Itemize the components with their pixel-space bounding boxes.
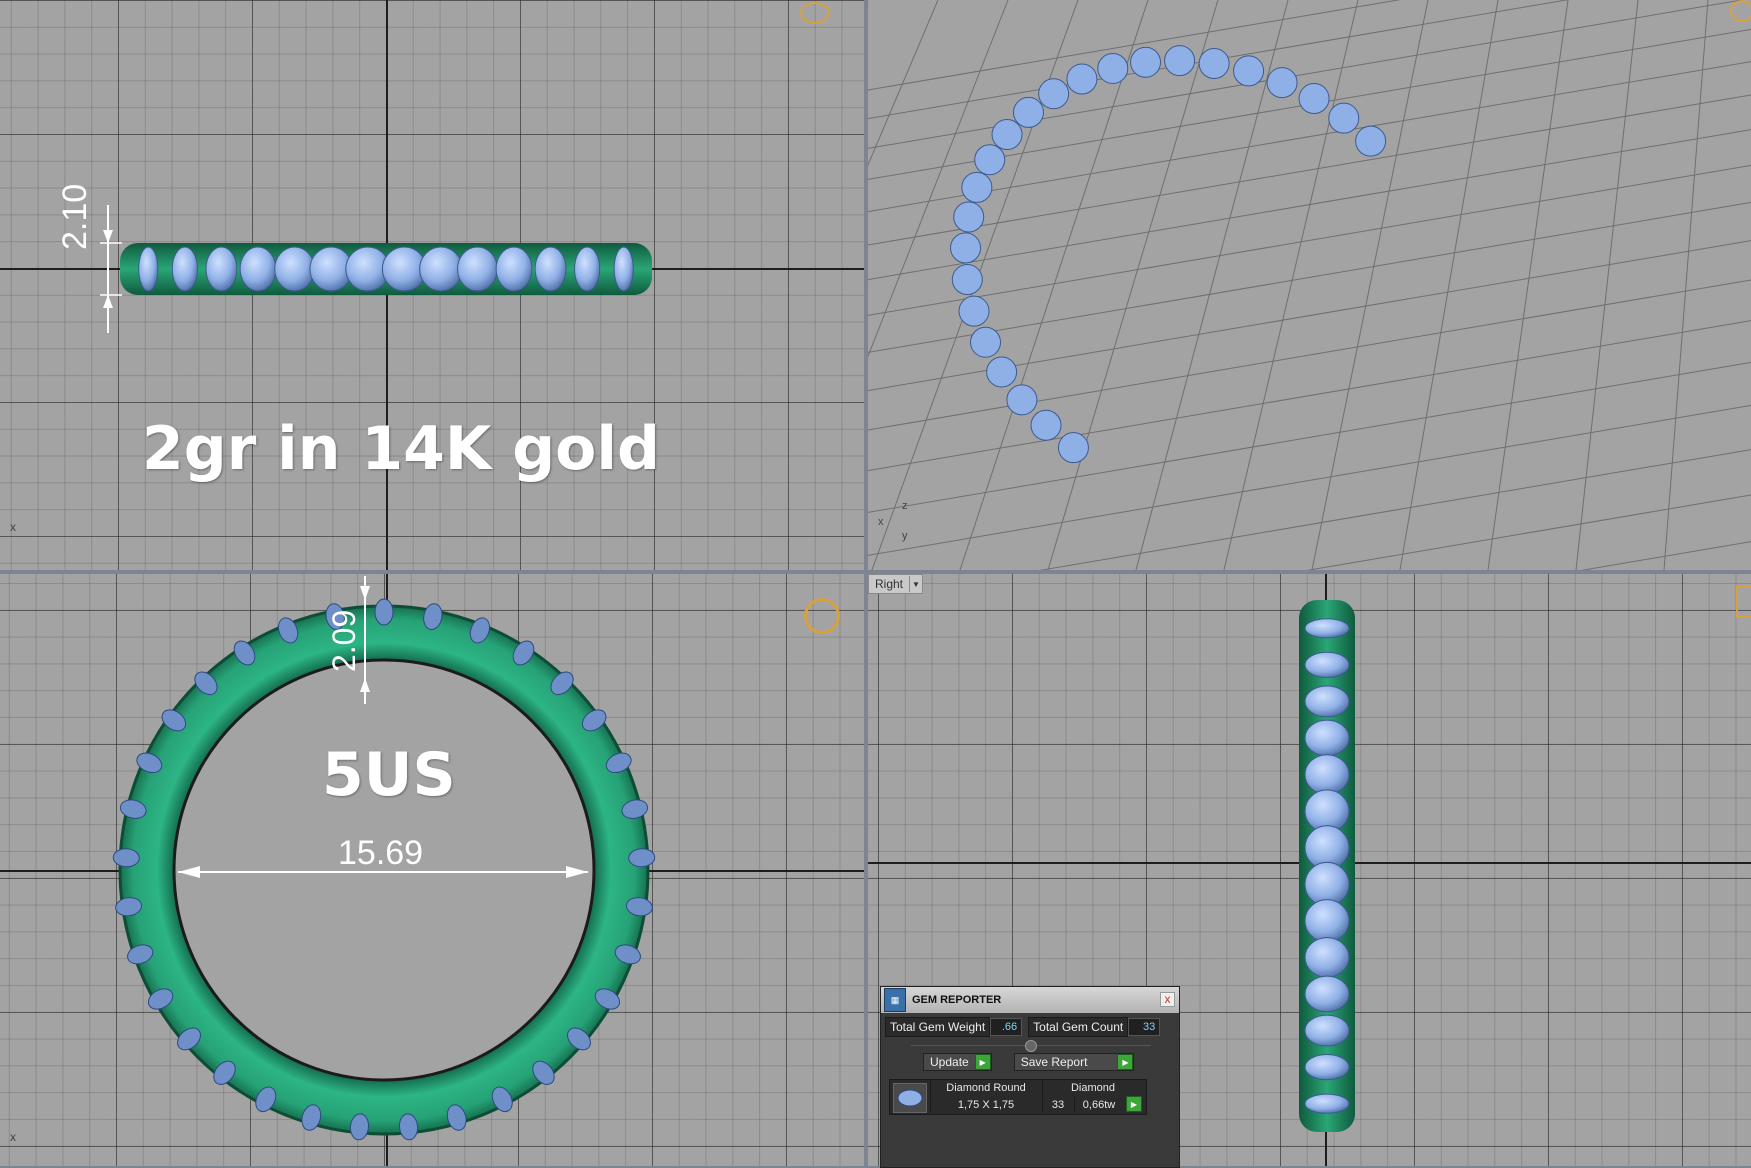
view-gizmo-icon xyxy=(1736,586,1751,618)
view-selector-label: Right xyxy=(875,577,904,591)
gem-shape: Diamond Round xyxy=(930,1080,1041,1096)
gem-stone xyxy=(1013,96,1045,128)
gem-stone xyxy=(1038,78,1070,110)
gem-stone xyxy=(958,295,990,327)
gem-stone xyxy=(1304,899,1350,943)
gem-weight: 0,66tw xyxy=(1074,1097,1123,1113)
gem-stone xyxy=(1298,83,1330,115)
update-button-label: Update xyxy=(930,1055,969,1069)
gem-stone xyxy=(1304,937,1350,978)
gem-stone xyxy=(953,201,985,233)
gem-stone xyxy=(991,119,1023,151)
gem-material: Diamond xyxy=(1042,1080,1143,1096)
update-button[interactable]: Update ▶ xyxy=(923,1053,992,1071)
gem-reporter-title: GEM REPORTER xyxy=(912,994,1002,1006)
gem-stone xyxy=(986,356,1018,388)
save-report-button[interactable]: Save Report ▶ xyxy=(1013,1053,1135,1071)
gem-stone xyxy=(1233,55,1265,87)
gem-stone xyxy=(961,171,993,203)
save-report-button-label: Save Report xyxy=(1020,1055,1088,1069)
gem-stone xyxy=(1304,651,1350,678)
gem-reporter-logo-icon: ▦ xyxy=(884,988,906,1012)
dim-height-bottom-label: 2.09 xyxy=(326,609,362,672)
gem-stone xyxy=(1304,754,1350,795)
gem-stone xyxy=(1266,67,1298,99)
gem-reporter-panel: ▦ GEM REPORTER x Total Gem Weight .66 To… xyxy=(880,986,1180,1168)
view-gizmo-icon xyxy=(800,2,830,24)
gem-stone xyxy=(1304,719,1350,757)
dimension-height-top xyxy=(100,205,122,333)
total-gem-weight-label: Total Gem Weight xyxy=(885,1017,991,1037)
gem-stone xyxy=(1304,1054,1350,1081)
gem-stone xyxy=(1097,52,1129,84)
play-icon: ▶ xyxy=(1126,1096,1142,1112)
axis-x-marker: x xyxy=(10,520,16,534)
gem-stone xyxy=(1304,975,1350,1013)
size-label: 5US xyxy=(322,740,456,810)
total-gem-count-label: Total Gem Count xyxy=(1028,1017,1129,1037)
close-icon[interactable]: x xyxy=(1160,992,1175,1007)
total-gem-count-value: 33 xyxy=(1128,1018,1161,1036)
axis-triad-icon: z x y xyxy=(878,500,908,542)
ring-top-view xyxy=(112,576,656,1141)
gem-count: 33 xyxy=(1042,1097,1073,1113)
weight-label: 2gr in 14K gold xyxy=(142,414,660,484)
axis-x-marker: x xyxy=(10,1130,16,1144)
gem-list-item[interactable]: Diamond Round Diamond 1,75 X 1,75 33 0,6… xyxy=(889,1079,1147,1115)
gem-stone xyxy=(1030,409,1062,441)
gem-stone xyxy=(1304,1093,1350,1114)
view-gizmo-icon xyxy=(1730,0,1751,22)
gem-stone xyxy=(950,232,982,264)
gem-stone xyxy=(970,326,1002,358)
viewport-front[interactable]: 2.10 2gr in 14K gold x xyxy=(0,0,864,570)
gem-stone xyxy=(1130,46,1162,78)
gem-stone xyxy=(1328,102,1360,134)
splitter-handle[interactable] xyxy=(1025,1040,1037,1052)
gem-stone xyxy=(1304,685,1350,718)
gem-stone xyxy=(1066,63,1098,95)
dim-height-top-label: 2.10 xyxy=(56,183,94,250)
play-icon: ▶ xyxy=(1117,1054,1134,1070)
total-gem-weight-value: .66 xyxy=(990,1018,1023,1036)
gem-stone xyxy=(1304,618,1350,639)
gem-stone xyxy=(974,144,1006,176)
gem-stone xyxy=(374,598,394,626)
view-gizmo-icon xyxy=(804,598,840,634)
gem-reporter-titlebar[interactable]: ▦ GEM REPORTER x xyxy=(881,987,1179,1013)
gem-thumbnail-icon xyxy=(893,1083,927,1113)
gem-stone xyxy=(1006,384,1038,416)
ring-perspective xyxy=(950,45,1387,464)
gem-stone xyxy=(1355,125,1387,157)
view-selector[interactable]: Right ▼ xyxy=(868,574,924,594)
gem-stone xyxy=(1304,1014,1350,1047)
play-icon: ▶ xyxy=(974,1054,991,1070)
gem-size: 1,75 X 1,75 xyxy=(930,1097,1041,1113)
chevron-down-icon[interactable]: ▼ xyxy=(909,576,922,592)
viewport-top[interactable]: 2.09 5US 15.69 x xyxy=(0,574,864,1166)
gem-stone xyxy=(1057,432,1089,464)
gem-row-action-button[interactable]: ▶ xyxy=(1126,1096,1142,1112)
gem-stone xyxy=(1198,48,1230,80)
gem-stone xyxy=(951,264,983,296)
dim-inner-diameter-label: 15.69 xyxy=(338,834,424,872)
viewport-perspective[interactable]: z x y xyxy=(868,0,1751,570)
gem-stone xyxy=(1164,45,1196,77)
